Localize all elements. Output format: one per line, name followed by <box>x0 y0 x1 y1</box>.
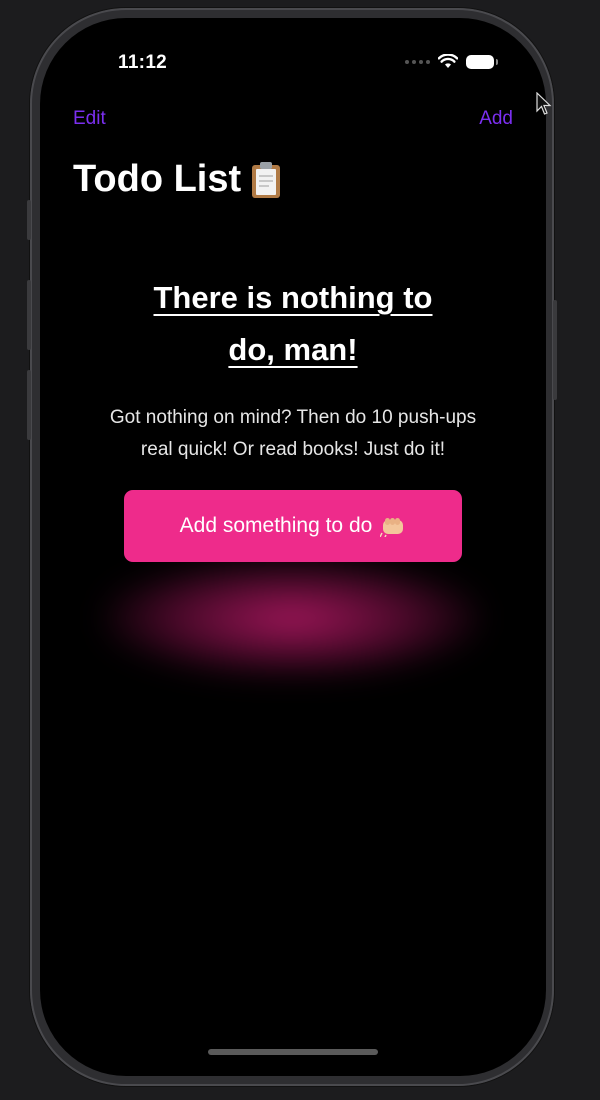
empty-heading-line1: There is nothing to <box>153 280 433 315</box>
empty-heading-line2: do, man! <box>228 332 358 367</box>
add-something-button[interactable]: Add something to do <box>124 490 462 562</box>
mute-switch <box>27 200 31 240</box>
volume-down-button <box>27 370 31 440</box>
add-button[interactable]: Add <box>479 108 513 130</box>
volume-up-button <box>27 280 31 350</box>
app-screen: 11:12 Edit Add Todo List There is nothin… <box>40 18 546 1076</box>
empty-state-heading: There is nothing to do, man! <box>40 272 546 376</box>
empty-state-subtitle: Got nothing on mind? Then do 10 push-ups… <box>109 407 477 460</box>
button-glow <box>102 558 482 678</box>
clipboard-icon <box>252 161 281 198</box>
page-title: Todo List <box>73 158 281 201</box>
home-indicator[interactable] <box>208 1049 378 1055</box>
signal-dots-icon <box>405 59 430 64</box>
mouse-cursor-icon <box>536 92 552 115</box>
wifi-icon <box>438 54 458 68</box>
battery-icon <box>466 54 498 69</box>
page-title-text: Todo List <box>73 158 242 200</box>
status-time: 11:12 <box>118 52 168 73</box>
add-something-label: Add something to do <box>179 514 373 537</box>
edit-button[interactable]: Edit <box>73 108 106 130</box>
fist-bump-icon <box>380 518 404 537</box>
status-icons <box>405 54 498 69</box>
power-button <box>553 300 557 400</box>
